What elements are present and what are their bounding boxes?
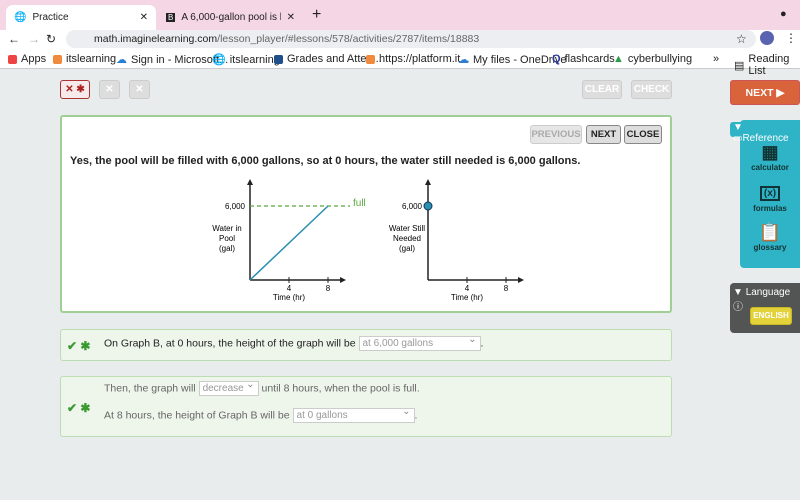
close-button-1[interactable]: ✕: [99, 80, 120, 99]
reference-toggle[interactable]: ▼ ▭Reference: [730, 122, 800, 144]
reload-icon[interactable]: ↻: [46, 32, 56, 46]
english-button[interactable]: ENGLISH: [750, 307, 792, 325]
more-bookmarks[interactable]: »: [713, 53, 719, 65]
graph-trend-select[interactable]: decrease: [198, 379, 259, 396]
y-arrow: [425, 179, 431, 185]
card-close-button[interactable]: CLOSE: [624, 125, 662, 144]
info-icon: ⓘ: [733, 302, 743, 313]
graphs: full 6,000 4 8 Time (hr) Water in Pool (…: [212, 179, 524, 302]
graph-a: full 6,000 4 8 Time (hr) Water in Pool (…: [212, 179, 366, 302]
incorrect-marker-button[interactable]: ✕ ✱: [60, 80, 90, 99]
start-point: [423, 201, 433, 211]
bookmark[interactable]: Qflashcards: [552, 53, 615, 65]
bookmark[interactable]: https://platform.it...: [366, 53, 469, 65]
bookmark[interactable]: ▲ cyberbullying: [613, 53, 692, 65]
menu-icon[interactable]: ⋮: [785, 31, 797, 45]
avatar[interactable]: [760, 31, 774, 45]
y-tick: 6,000: [225, 202, 246, 211]
reference-panel: ▼ ▭Reference ▦ calculator (x) formulas 📋 gl…: [730, 120, 800, 268]
y-tick: 6,000: [402, 202, 423, 211]
tab-practice[interactable]: 🌐 Practice ✕: [6, 5, 156, 30]
globe-icon: 🌐: [14, 12, 27, 23]
y-label: Water Still: [389, 224, 425, 233]
clipboard-icon: 📋: [758, 222, 782, 242]
reading-list[interactable]: ▤ Reading List: [734, 53, 800, 77]
feedback-text: Yes, the pool will be filled with 6,000 …: [70, 155, 581, 167]
close-tab-icon[interactable]: ✕: [140, 12, 148, 23]
calculator-icon: ▦: [761, 142, 779, 162]
close-button-2[interactable]: ✕: [129, 80, 150, 99]
x-arrow: [518, 277, 524, 283]
star-icon[interactable]: ☆: [736, 32, 747, 46]
y-label: (gal): [219, 244, 235, 253]
full-label: full: [353, 198, 366, 209]
back-icon[interactable]: ←: [8, 32, 20, 46]
x-tick-label: 8: [504, 284, 509, 293]
url-input[interactable]: math.imaginelearning.com/lesson_player/#…: [66, 30, 756, 48]
correct-check-icon: ✔ ✱: [67, 401, 91, 415]
y-label: Needed: [393, 234, 421, 243]
profile-icon[interactable]: ●: [780, 8, 787, 20]
clear-button[interactable]: CLEAR: [582, 80, 622, 99]
previous-button[interactable]: PREVIOUS: [530, 125, 582, 144]
x-label: Time (hr): [451, 293, 483, 302]
bookmark-apps[interactable]: Apps: [8, 53, 46, 65]
language-panel: ▼ Language ⓘ ENGLISH: [730, 283, 800, 333]
y-label: Pool: [219, 234, 235, 243]
x-arrow: [340, 277, 346, 283]
y-label: (gal): [399, 244, 415, 253]
next-button[interactable]: NEXT ▶: [730, 80, 800, 105]
bookmark[interactable]: 🌐 itslearning: [212, 53, 280, 67]
card-next-button[interactable]: NEXT: [586, 125, 621, 144]
forward-icon[interactable]: →: [28, 32, 40, 46]
x-tick-label: 8: [326, 284, 331, 293]
formulas-button[interactable]: (x) formulas: [740, 184, 800, 213]
bookmark[interactable]: itslearning: [53, 53, 116, 65]
graph-b: 6,000 4 8 Time (hr) Water Still Needed (…: [389, 179, 524, 302]
x-tick-label: 4: [287, 284, 292, 293]
brainly-icon: B: [166, 13, 176, 22]
x-label: Time (hr): [273, 293, 305, 302]
x-tick-label: 4: [465, 284, 470, 293]
formulas-icon: (x): [760, 186, 780, 201]
check-button[interactable]: CHECK: [631, 80, 672, 99]
graph-b-end-height-select[interactable]: at 0 gallons: [292, 406, 415, 423]
water-line: [249, 205, 329, 281]
correct-check-icon: ✔ ✱: [67, 339, 91, 353]
tab-brainly[interactable]: B A 6,000-gallon pool is being fil ✕: [158, 5, 303, 30]
graph-b-height-select[interactable]: at 6,000 gallons: [358, 334, 481, 351]
question-row-2: ✔ ✱ Then, the graph will decrease until …: [60, 376, 672, 437]
y-arrow: [247, 179, 253, 185]
new-tab-button[interactable]: +: [312, 6, 321, 24]
glossary-button[interactable]: 📋 glossary: [740, 222, 800, 252]
close-tab-icon[interactable]: ✕: [287, 12, 295, 23]
question-row-1: ✔ ✱ On Graph B, at 0 hours, the height o…: [60, 329, 672, 361]
bookmark[interactable]: ☁ My files - OneDrive: [458, 53, 567, 67]
y-label: Water in: [212, 224, 242, 233]
apps-icon: [8, 54, 17, 64]
calculator-button[interactable]: ▦ calculator: [740, 142, 800, 172]
